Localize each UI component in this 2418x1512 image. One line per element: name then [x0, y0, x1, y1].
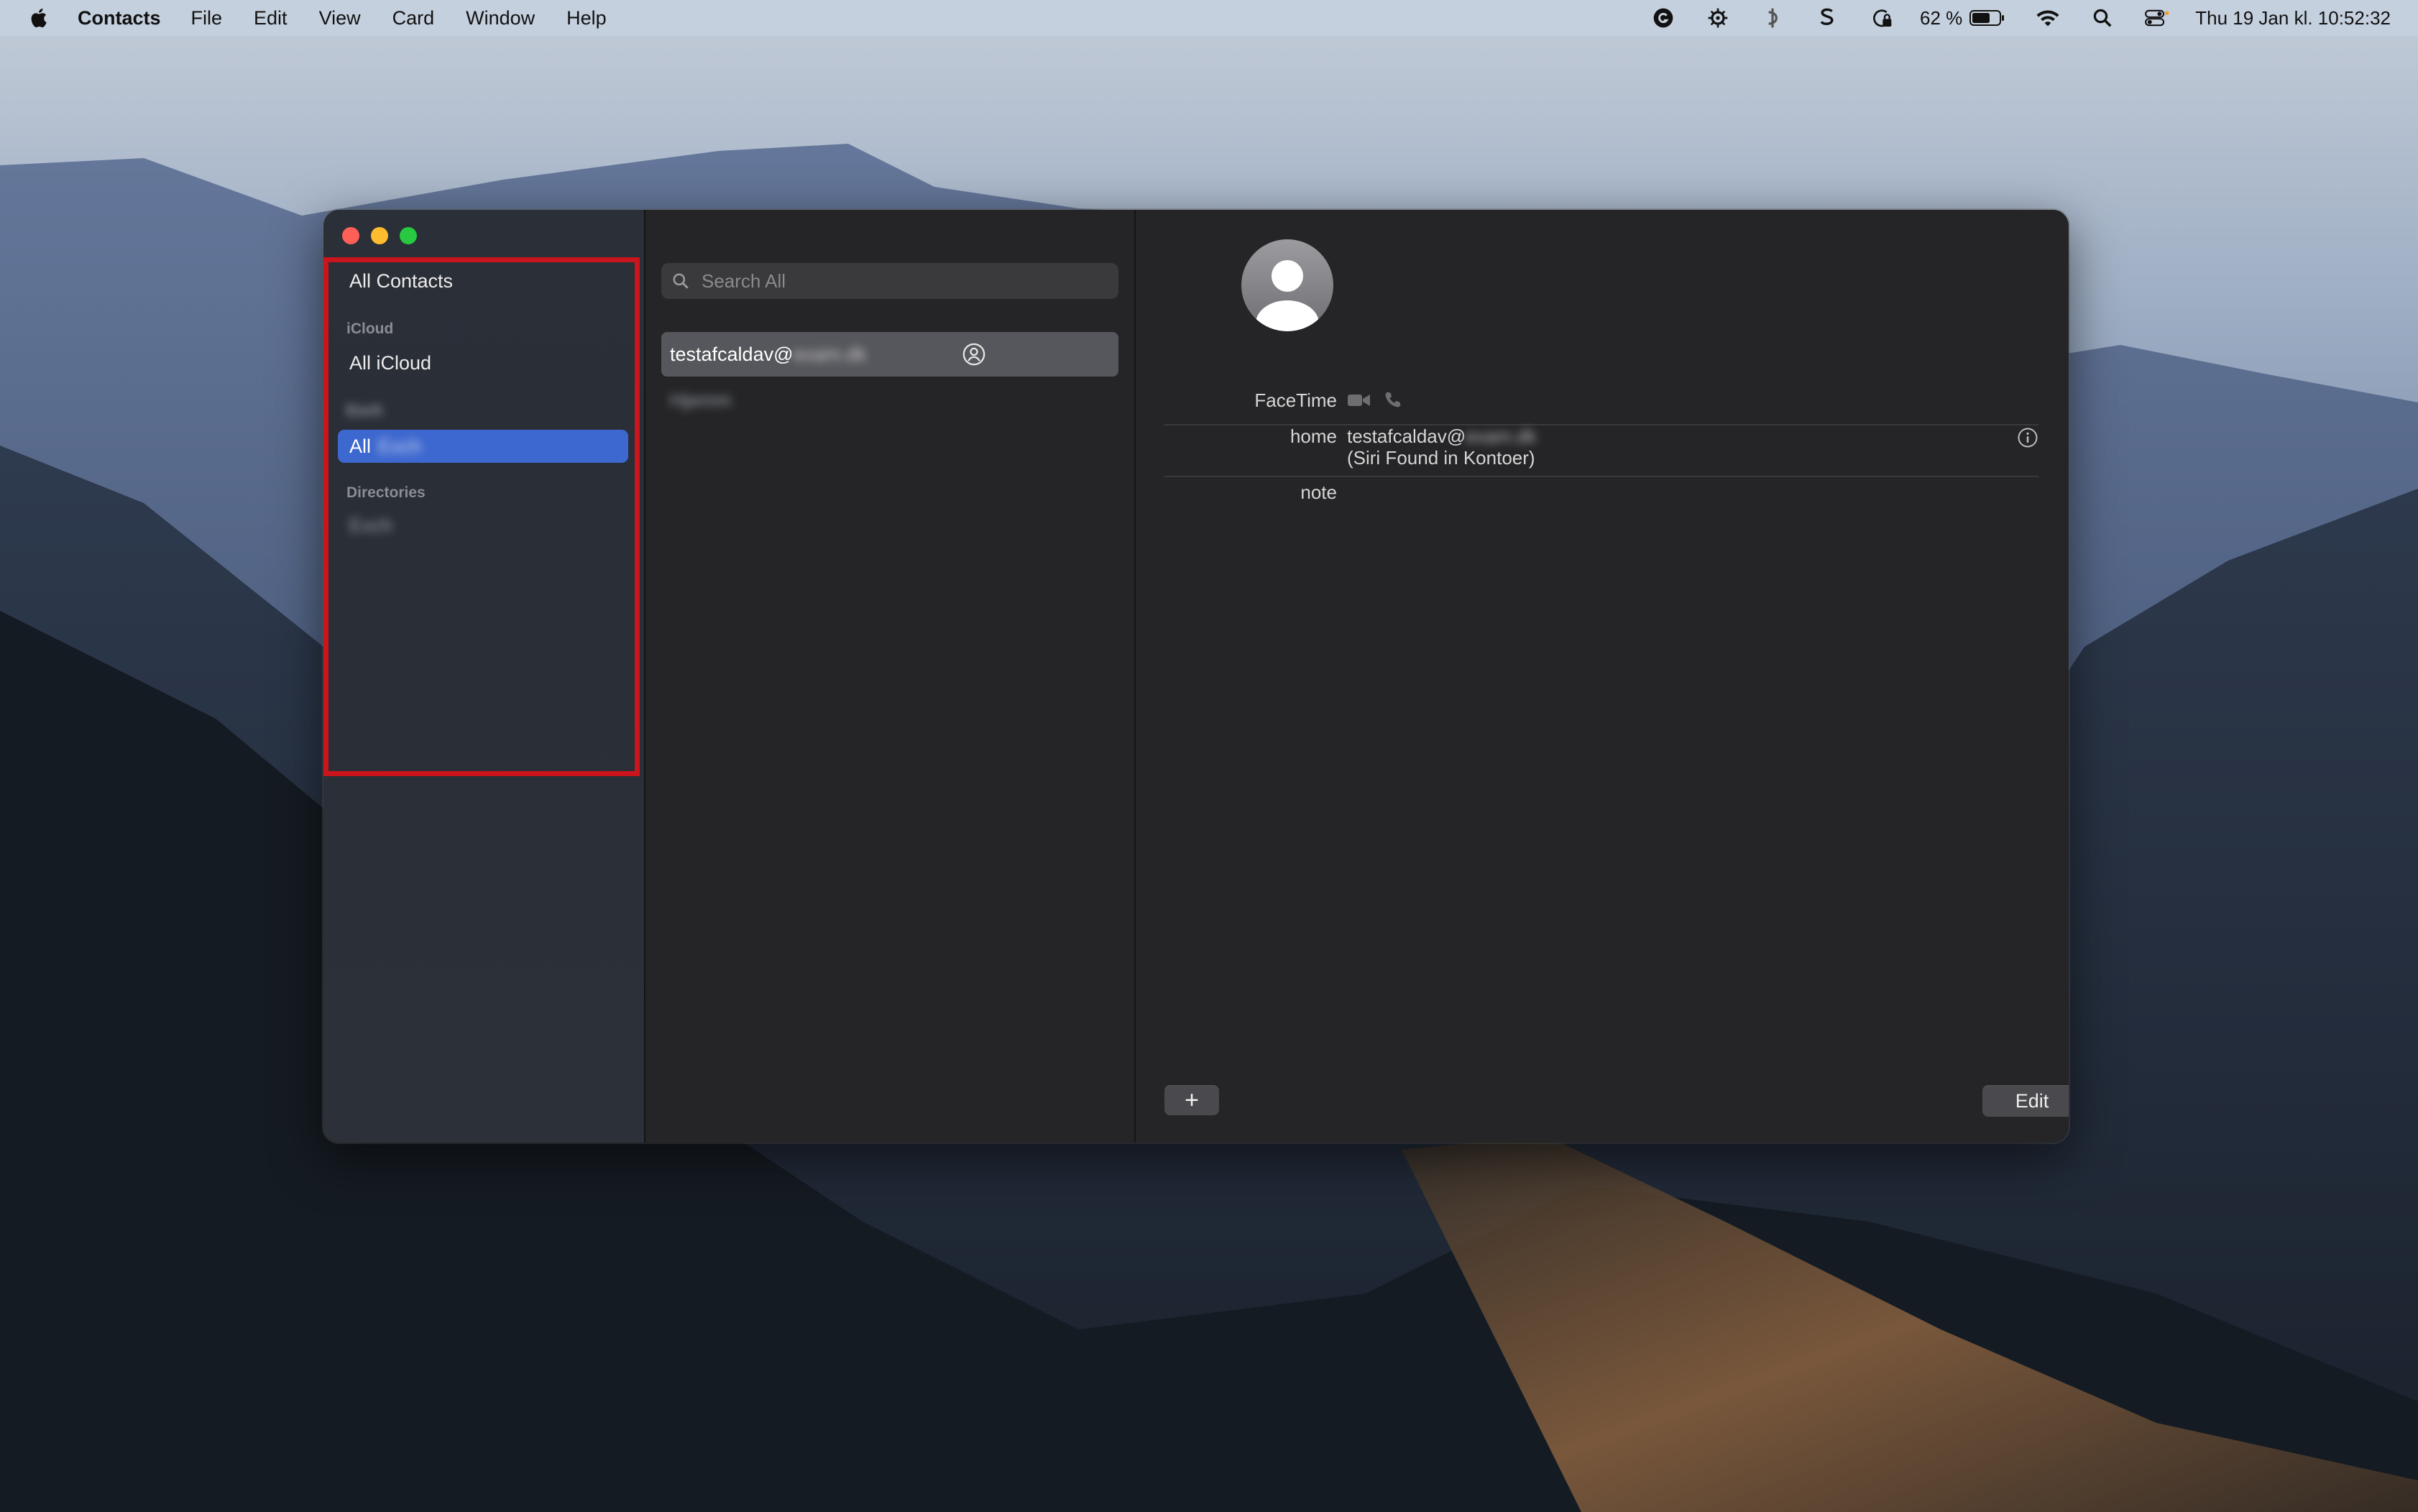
menu-view[interactable]: View: [319, 0, 361, 36]
contact-name-blurred: exam.dk: [793, 343, 867, 365]
sidebar-selected-label: All: [349, 435, 372, 457]
contact-row-selected[interactable]: testafcaldav@ exam.dk: [661, 332, 1118, 377]
add-field-button[interactable]: +: [1164, 1085, 1219, 1115]
search-field[interactable]: [661, 263, 1118, 299]
my-card-icon: [962, 343, 985, 366]
control-center-icon[interactable]: [2145, 6, 2169, 30]
contact-avatar[interactable]: [1241, 239, 1334, 332]
sidebar-header-directories: Directories: [346, 484, 426, 501]
menu-help[interactable]: Help: [566, 0, 607, 36]
menu-file[interactable]: File: [191, 0, 223, 36]
home-email-prefix: testafcaldav@: [1347, 425, 1466, 447]
sidebar-item-directory[interactable]: Exch: [349, 515, 392, 537]
app-menu-contacts[interactable]: Contacts: [78, 0, 161, 36]
apple-menu-icon[interactable]: [27, 6, 52, 30]
wifi-icon[interactable]: [2036, 6, 2060, 30]
grammarly-icon[interactable]: [1651, 6, 1675, 30]
contact-list-pane: testafcaldav@ exam.dk Hjemm: [645, 210, 1136, 1143]
menu-edit[interactable]: Edit: [254, 0, 288, 36]
menu-card[interactable]: Card: [392, 0, 435, 36]
sidebar: All Contacts iCloud All iCloud Exch All …: [323, 210, 645, 1143]
edit-button[interactable]: Edit: [1982, 1085, 2069, 1117]
contact-row-second[interactable]: Hjemm: [670, 389, 732, 412]
search-input[interactable]: [700, 269, 1105, 293]
home-email-blurred: exam.dk: [1466, 425, 1537, 447]
battery-icon[interactable]: [1969, 6, 2005, 30]
info-icon[interactable]: [2017, 427, 2038, 448]
minimize-window-button[interactable]: [371, 227, 388, 244]
note-label[interactable]: note: [1164, 481, 1337, 504]
facetime-label: FaceTime: [1254, 389, 1337, 411]
menu-bar-clock[interactable]: Thu 19 Jan kl. 10:52:32: [2195, 7, 2391, 29]
sidebar-item-all-contacts[interactable]: All Contacts: [349, 270, 453, 292]
field-divider: [1164, 476, 2038, 477]
spotlight-search-icon[interactable]: [2090, 6, 2115, 30]
vpn-lock-icon[interactable]: [1870, 6, 1894, 30]
contact-detail-pane: FaceTime home testafcaldav@exam.dk (Siri…: [1136, 210, 2069, 1143]
siri-found-note: (Siri Found in Kontoer): [1347, 447, 1535, 469]
menu-bar: Contacts File Edit View Card Window Help…: [0, 0, 2418, 36]
contact-name: testafcaldav@: [670, 343, 794, 365]
home-email-label[interactable]: home: [1164, 425, 1337, 448]
sidebar-selected-label-blurred: Exch: [378, 435, 422, 457]
sidebar-item-all-icloud[interactable]: All iCloud: [349, 352, 431, 374]
sidebar-item-all-account-selected[interactable]: All Exch: [338, 430, 628, 463]
sidebar-header-account: Exch: [346, 402, 383, 419]
facetime-audio-phone-icon[interactable]: [1383, 389, 1403, 410]
zoom-window-button[interactable]: [400, 227, 417, 244]
close-window-button[interactable]: [342, 227, 359, 244]
contacts-window: All Contacts iCloud All iCloud Exch All …: [323, 210, 2069, 1143]
home-email-value[interactable]: testafcaldav@exam.dk: [1347, 425, 1536, 448]
battery-percent: 62 %: [1919, 6, 1963, 29]
menu-window[interactable]: Window: [466, 0, 535, 36]
search-icon: [673, 273, 689, 289]
cleanup-icon[interactable]: [1760, 6, 1785, 30]
sidebar-header-icloud: iCloud: [346, 321, 394, 337]
scrivener-icon[interactable]: [1815, 6, 1839, 30]
steelseries-icon[interactable]: [1706, 6, 1730, 30]
facetime-video-icon[interactable]: [1347, 391, 1371, 410]
